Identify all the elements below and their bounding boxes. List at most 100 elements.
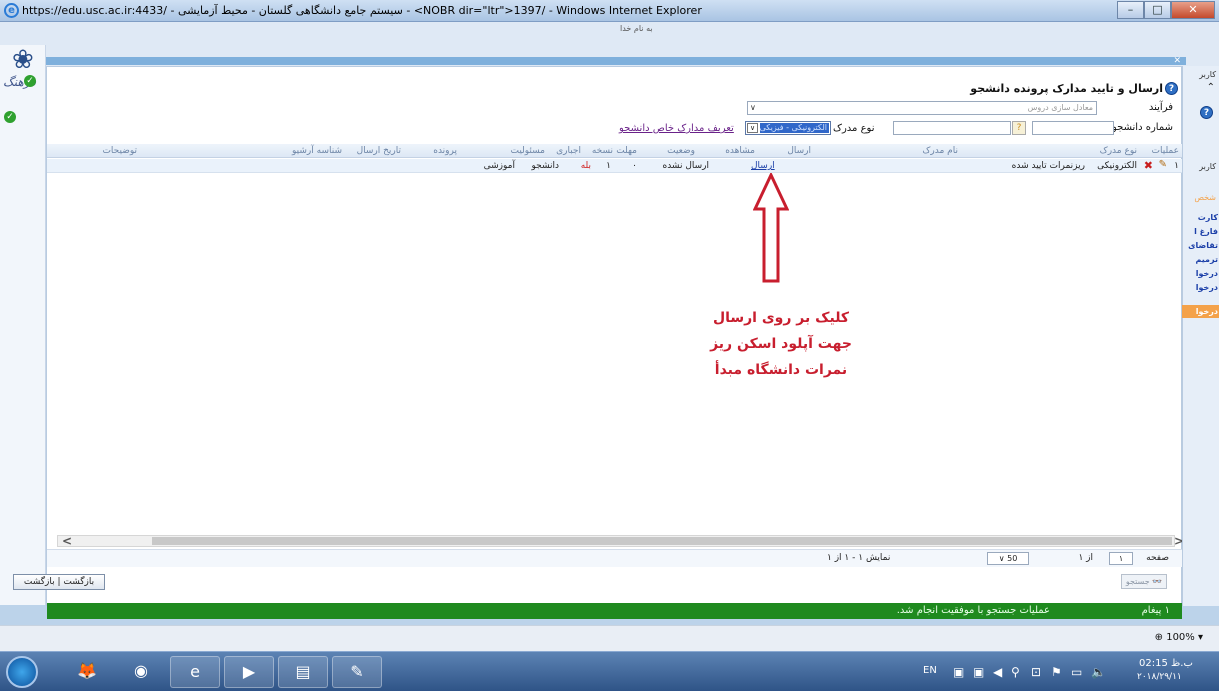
delete-icon[interactable]: ✖ bbox=[1144, 159, 1153, 172]
network-icon[interactable]: ⊡ bbox=[1031, 665, 1041, 679]
binoculars-icon: 👓 bbox=[1152, 577, 1163, 586]
chevron-down-icon: ∨ bbox=[747, 123, 758, 133]
dialog-header-band bbox=[32, 57, 1186, 65]
dialog-close-icon[interactable]: ✕ bbox=[1173, 56, 1181, 66]
file-explorer-icon[interactable]: ▤ bbox=[278, 656, 328, 688]
close-button[interactable]: ✕ bbox=[1171, 1, 1215, 19]
pager: صفحه ۱ از ۱ ∨ 50 نمایش ۱ - ۱ از ۱ bbox=[47, 549, 1183, 567]
help-icon[interactable]: ? bbox=[1165, 82, 1178, 95]
col-status: وضعیت bbox=[667, 146, 695, 156]
window-controls: – □ ✕ bbox=[1117, 1, 1215, 19]
search-button[interactable]: 👓 جستجو bbox=[1121, 574, 1167, 589]
send-link[interactable]: ارسال bbox=[751, 161, 775, 171]
welcome-text: به نام خدا bbox=[620, 24, 653, 33]
media-player-icon[interactable]: ▶ bbox=[224, 656, 274, 688]
col-archive-id: شناسه آرشیو bbox=[292, 146, 342, 156]
col-file: پرونده bbox=[433, 146, 457, 156]
horizontal-scrollbar[interactable]: < > bbox=[57, 534, 1184, 548]
page-size-select[interactable]: ∨ 50 bbox=[987, 552, 1029, 565]
tray-app-icon[interactable]: ▣ bbox=[953, 665, 964, 679]
col-doc-type: نوع مدرک bbox=[1099, 146, 1137, 156]
user-label: کاربر bbox=[1199, 70, 1216, 79]
back-button[interactable]: بازگشت | بازگشت bbox=[13, 574, 105, 590]
cell-file: آموزشی bbox=[483, 161, 515, 171]
annotation-text: کلیک بر روی ارسال جهت آپلود اسکن ریز نمر… bbox=[710, 310, 852, 378]
message-count: ۱ پیغام bbox=[1141, 605, 1170, 616]
main-panel: ? ارسال و تایید مدارک پرونده دانشجو فرآی… bbox=[13, 66, 1184, 606]
internet-explorer-taskbar-icon[interactable]: e bbox=[170, 656, 220, 688]
menu-link[interactable]: کارت bbox=[1198, 213, 1218, 222]
firefox-icon[interactable]: 🦊 bbox=[62, 656, 112, 688]
edit-icon[interactable]: ✎ bbox=[1159, 159, 1167, 170]
table-row: ۱ ✎ ✖ الکترونیکی ریزنمرات تایید شده ارسا… bbox=[47, 159, 1183, 173]
menu-link[interactable]: درخوا bbox=[1196, 283, 1218, 292]
search-icon[interactable]: ⚲ bbox=[1011, 665, 1020, 679]
doc-type-select[interactable]: ∨ الکترونیکی - فیزیکی bbox=[745, 121, 831, 135]
chevron-down-icon: ∨ bbox=[998, 554, 1008, 563]
cell-mandatory: بله bbox=[580, 161, 591, 171]
cell-copies: ۱ bbox=[606, 161, 611, 171]
maximize-button[interactable]: □ bbox=[1144, 1, 1171, 19]
page-title: ارسال و تایید مدارک پرونده دانشجو bbox=[970, 82, 1163, 95]
col-notes: توضیحات bbox=[102, 146, 137, 156]
chevron-up-icon[interactable]: ⌃ bbox=[1207, 82, 1215, 93]
page-of-label: از ۱ bbox=[1078, 553, 1093, 563]
tray-app-icon[interactable]: ▣ bbox=[973, 665, 984, 679]
define-student-docs-link[interactable]: تعریف مدارک خاص دانشجو bbox=[619, 123, 734, 134]
clock-time[interactable]: ب.ظ 02:15 bbox=[1139, 658, 1193, 669]
doc-type-label: نوع مدرک bbox=[833, 123, 875, 134]
user-label-2: کاربر bbox=[1199, 162, 1216, 171]
cell-doc-name: ریزنمرات تایید شده bbox=[1011, 161, 1085, 171]
chrome-icon[interactable]: ◉ bbox=[116, 656, 166, 688]
process-select[interactable]: ∨ معادل سازی دروس bbox=[747, 101, 1097, 115]
zoom-icon: ⊕ bbox=[1154, 632, 1164, 643]
col-deadline: مهلت bbox=[616, 146, 637, 156]
flag-icon[interactable]: ⚑ bbox=[1051, 665, 1062, 679]
menu-link-active[interactable]: درخوا bbox=[1182, 305, 1219, 318]
button-row: بازگشت | بازگشت 👓 جستجو bbox=[13, 572, 1183, 592]
university-logo-icon: ❀ bbox=[12, 45, 34, 75]
chevron-down-icon: ∨ bbox=[750, 103, 756, 112]
menu-link[interactable]: فارغ ا bbox=[1194, 227, 1218, 236]
cell-deadline: ۰ bbox=[632, 161, 637, 171]
paint-icon[interactable]: ✎ bbox=[332, 656, 382, 688]
menu-link[interactable]: ترمیم bbox=[1196, 255, 1218, 264]
cell-status: ارسال نشده bbox=[662, 161, 709, 171]
internet-explorer-icon: e bbox=[4, 3, 19, 18]
scroll-left-icon[interactable]: < bbox=[62, 534, 72, 548]
right-side-menu: کاربر ⌃ ? کاربر شخص کارت فارغ ا تقاضای ت… bbox=[1182, 66, 1219, 606]
cell-doc-type: الکترونیکی bbox=[1097, 161, 1137, 171]
minimize-button[interactable]: – bbox=[1117, 1, 1144, 19]
browser-status-bar: ⊕ 100% ▾ bbox=[0, 625, 1219, 651]
personal-section-label: شخص bbox=[1194, 193, 1216, 202]
check-icon: ✓ bbox=[4, 111, 16, 123]
row-index: ۱ bbox=[1174, 161, 1179, 171]
windows-taskbar: 🦊 ◉ e ▶ ▤ ✎ EN ▣ ▣ ◀ ⚲ ⊡ ⚑ ▭ 🔈 ب.ظ 02:15… bbox=[0, 651, 1219, 691]
window-title: https://edu.usc.ac.ir:4433/ - سیستم جامع… bbox=[22, 4, 702, 17]
page-input[interactable]: ۱ bbox=[1109, 552, 1133, 565]
menu-link[interactable]: تقاضای bbox=[1188, 241, 1218, 250]
help-icon[interactable]: ? bbox=[1200, 106, 1213, 119]
monitor-icon[interactable]: ▭ bbox=[1071, 665, 1082, 679]
page-label: صفحه bbox=[1146, 553, 1169, 563]
scrollbar-thumb[interactable] bbox=[152, 537, 1172, 545]
col-doc-name: نام مدرک bbox=[922, 146, 958, 156]
student-number-label: شماره دانشجو bbox=[1111, 122, 1173, 133]
process-label: فرآیند bbox=[1148, 102, 1173, 113]
zoom-level[interactable]: ⊕ 100% ▾ bbox=[1155, 632, 1203, 643]
menu-link[interactable]: درخوا bbox=[1196, 269, 1218, 278]
left-logo-column: ❀ فرهنگ ✓ ✓ bbox=[0, 45, 46, 605]
student-name-field bbox=[893, 121, 1011, 135]
check-icon: ✓ bbox=[24, 75, 36, 87]
cell-responsible: دانشجو bbox=[531, 161, 559, 171]
clock-date: ۲۰۱۸/۲۹/۱۱ bbox=[1137, 672, 1182, 682]
system-tray: EN ▣ ▣ ◀ ⚲ ⊡ ⚑ ▭ 🔈 ب.ظ 02:15 ۲۰۱۸/۲۹/۱۱ bbox=[919, 652, 1219, 691]
col-copies: نسخه bbox=[591, 146, 613, 156]
start-button[interactable] bbox=[6, 656, 38, 688]
window-titlebar: e https://edu.usc.ac.ir:4433/ - سیستم جا… bbox=[0, 0, 1219, 22]
language-indicator[interactable]: EN bbox=[923, 665, 937, 676]
student-number-input[interactable] bbox=[1032, 121, 1114, 135]
tray-arrow-icon[interactable]: ◀ bbox=[993, 665, 1002, 679]
lookup-icon[interactable]: ? bbox=[1012, 121, 1026, 135]
volume-icon[interactable]: 🔈 bbox=[1091, 665, 1106, 679]
